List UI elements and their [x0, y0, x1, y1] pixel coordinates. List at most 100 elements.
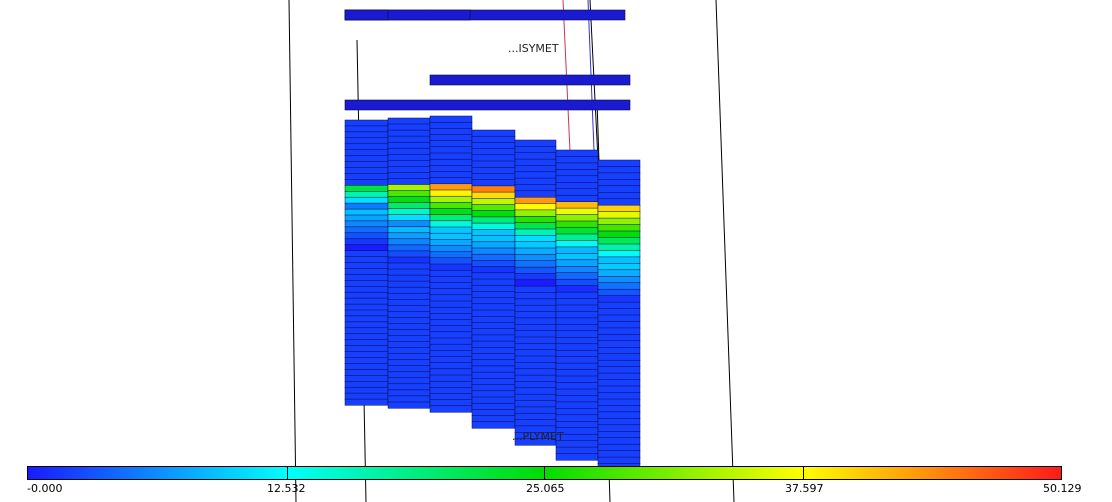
- grid-cell: [344, 339, 389, 347]
- grid-cell: [387, 202, 431, 210]
- grid-slab: [344, 9, 389, 21]
- grid-cell: [597, 405, 641, 413]
- grid-cell: [597, 411, 641, 419]
- grid-cell: [471, 371, 516, 379]
- grid-cell: [344, 196, 389, 204]
- grid-cell: [429, 387, 473, 395]
- 3d-viewport[interactable]: ...ISYMET ...PLYMET -0.000 12.532 25.065…: [0, 0, 1112, 502]
- grid-cell: [514, 222, 557, 230]
- grid-cell: [597, 224, 641, 232]
- grid-cell: [429, 393, 473, 401]
- grid-cell: [514, 368, 557, 376]
- grid-cell: [429, 208, 473, 216]
- grid-cell: [387, 335, 431, 343]
- grid-cell: [514, 190, 557, 198]
- grid-cell: [514, 196, 557, 205]
- grid-cell: [344, 167, 389, 174]
- grid-cell: [429, 362, 473, 370]
- grid-cell: [387, 196, 431, 204]
- grid-cell: [555, 194, 599, 203]
- grid-cell: [387, 220, 431, 228]
- grid-cell: [514, 165, 557, 173]
- grid-cell: [344, 345, 389, 353]
- grid-cell: [471, 154, 516, 162]
- grid-cell: [555, 227, 599, 235]
- grid-cell: [514, 304, 557, 313]
- grid-cell: [471, 247, 516, 255]
- grid-cell: [471, 390, 516, 398]
- grid-cell: [555, 311, 599, 319]
- grid-cell: [344, 161, 389, 169]
- grid-cell: [555, 408, 599, 416]
- grid-cell: [471, 378, 516, 386]
- grid-cell: [555, 401, 599, 409]
- grid-cell: [471, 409, 516, 417]
- grid-cell: [429, 171, 473, 179]
- grid-cell: [555, 343, 599, 351]
- grid-cell: [344, 131, 389, 139]
- grid-cell: [387, 280, 431, 288]
- grid-cell: [514, 184, 557, 192]
- grid-cell: [514, 209, 557, 217]
- grid-cell: [344, 149, 389, 157]
- grid-cell: [597, 372, 641, 381]
- grid-cell: [597, 269, 641, 277]
- grid-cell: [429, 232, 473, 240]
- grid-cell: [471, 229, 516, 237]
- grid-cell: [344, 202, 389, 210]
- grid-scene[interactable]: ...ISYMET ...PLYMET: [0, 0, 1112, 502]
- well-label-bottom: ...PLYMET: [512, 430, 564, 443]
- grid-cell: [597, 431, 641, 439]
- grid-cell: [597, 359, 641, 368]
- grid-cell: [555, 298, 599, 306]
- grid-cell: [429, 239, 473, 247]
- grid-cell: [471, 309, 516, 317]
- grid-cell: [555, 285, 599, 293]
- grid-cell: [429, 115, 473, 123]
- grid-cell: [429, 374, 473, 382]
- grid-cell: [387, 184, 431, 192]
- grid-cell: [344, 357, 389, 364]
- grid-cell: [471, 235, 516, 243]
- reservoir-grid[interactable]: [344, 9, 641, 471]
- grid-cell: [387, 232, 431, 240]
- grid-cell: [344, 119, 389, 127]
- grid-cell: [514, 139, 557, 147]
- grid-cell: [555, 304, 599, 313]
- grid-cell: [429, 263, 473, 271]
- grid-cell: [597, 282, 641, 290]
- grid-cell: [429, 183, 473, 191]
- grid-cell: [344, 381, 389, 388]
- grid-cell: [429, 214, 473, 222]
- grid-cell: [597, 450, 641, 458]
- colorbar-tick: [803, 466, 804, 480]
- grid-cell: [514, 203, 557, 211]
- grid-cell: [429, 276, 473, 284]
- grid-cell: [597, 172, 641, 180]
- grid-cell: [471, 142, 516, 150]
- grid-cell: [429, 306, 473, 314]
- grid-cell: [471, 421, 516, 429]
- grid-cell: [344, 286, 389, 293]
- grid-cell: [555, 207, 599, 216]
- grid-cell: [471, 266, 516, 274]
- grid-cell: [597, 243, 641, 252]
- grid-cell: [555, 291, 599, 300]
- grid-cell: [514, 330, 557, 338]
- grid-cell: [387, 383, 431, 391]
- grid-cell: [514, 349, 557, 357]
- grid-cell: [387, 401, 431, 409]
- grid-cell: [387, 172, 431, 179]
- grid-cell: [429, 300, 473, 308]
- grid-cell: [429, 343, 473, 351]
- grid-cell: [471, 328, 516, 336]
- grid-cell: [387, 377, 431, 385]
- grid-cell: [597, 288, 641, 297]
- grid-cell: [555, 169, 599, 177]
- grid-cell: [597, 263, 641, 271]
- grid-cell: [429, 220, 473, 228]
- grid-cell: [597, 418, 641, 426]
- grid-cell: [429, 319, 473, 327]
- grid-cell: [344, 125, 389, 133]
- grid-cell: [514, 241, 557, 249]
